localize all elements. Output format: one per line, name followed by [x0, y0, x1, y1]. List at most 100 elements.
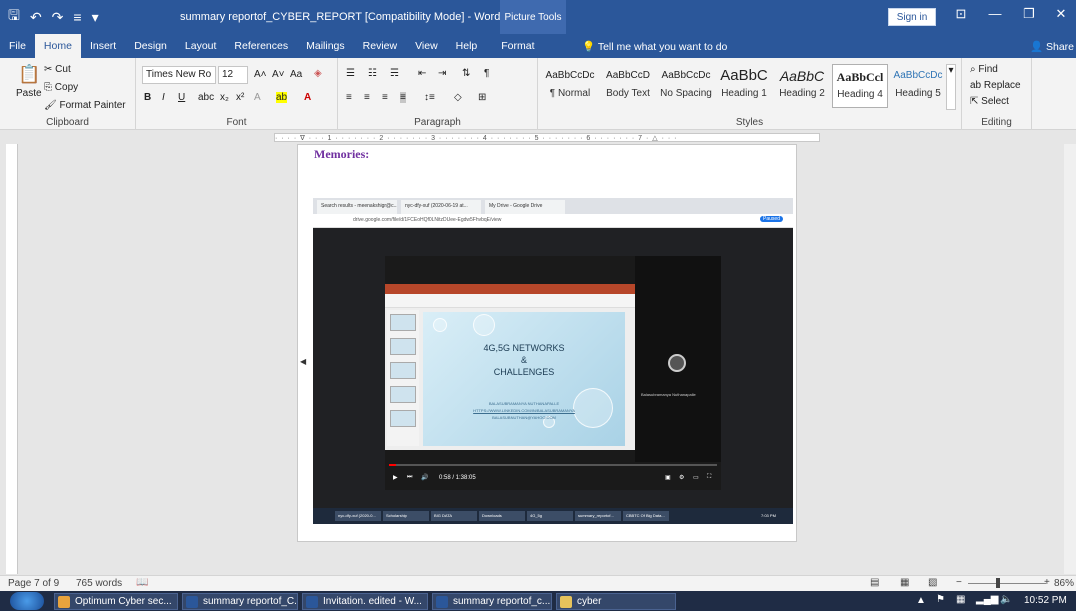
- embedded-screenshot-image[interactable]: Search results - meenakshigr@c... nyc-df…: [313, 198, 793, 524]
- subscript-icon[interactable]: x₂: [220, 92, 229, 103]
- tab-mailings[interactable]: Mailings: [297, 34, 354, 58]
- tab-design[interactable]: Design: [125, 34, 176, 58]
- numbering-icon[interactable]: ☷: [368, 68, 377, 79]
- tab-references[interactable]: References: [225, 34, 297, 58]
- find-button[interactable]: ⌕ Find: [970, 64, 998, 75]
- zoom-level[interactable]: 86%: [1054, 578, 1074, 589]
- tab-view[interactable]: View: [406, 34, 447, 58]
- highlight-icon[interactable]: ab: [276, 92, 288, 103]
- tab-home[interactable]: Home: [34, 34, 81, 58]
- tray-volume-icon[interactable]: 🔈: [1000, 594, 1012, 605]
- bold-icon[interactable]: B: [144, 92, 151, 103]
- vertical-ruler[interactable]: [6, 144, 18, 574]
- style-heading-1[interactable]: AaBbC Heading 1: [716, 64, 772, 108]
- increase-indent-icon[interactable]: ⇥: [438, 68, 446, 79]
- video-progress-fill: [389, 464, 396, 466]
- justify-icon[interactable]: ≡: [400, 92, 406, 103]
- font-color-icon[interactable]: A: [304, 92, 311, 103]
- memories-heading: Memories:: [314, 147, 370, 161]
- italic-icon[interactable]: I: [162, 92, 165, 103]
- close-button[interactable]: ✕: [1046, 6, 1076, 22]
- style-no-spacing[interactable]: AaBbCcDc No Spacing: [658, 64, 714, 108]
- align-right-icon[interactable]: ≡: [382, 92, 388, 103]
- zoom-in-icon[interactable]: +: [1044, 577, 1050, 588]
- line-spacing-icon[interactable]: ↕≡: [424, 92, 435, 103]
- clear-formatting-icon[interactable]: ◈: [314, 68, 322, 79]
- paste-button[interactable]: Paste: [16, 88, 42, 99]
- tray-signal-icon[interactable]: ▂▄▆: [976, 594, 998, 605]
- pilcrow-icon[interactable]: ¶: [484, 68, 489, 79]
- tab-review[interactable]: Review: [354, 34, 406, 58]
- tray-flag-icon[interactable]: ⚑: [936, 594, 945, 605]
- customize-qat-icon[interactable]: ▾: [92, 9, 99, 26]
- replace-button[interactable]: ab Replace: [970, 80, 1021, 91]
- ribbon-display-icon[interactable]: ⊡: [946, 6, 976, 22]
- tab-layout[interactable]: Layout: [176, 34, 226, 58]
- shading-icon[interactable]: ◇: [454, 92, 462, 103]
- align-left-icon[interactable]: ≡: [346, 92, 352, 103]
- scissors-icon: ✂: [44, 64, 56, 75]
- horizontal-ruler[interactable]: · · · · ∇ · · · 1 · · · · · · · 2 · · · …: [0, 131, 1076, 144]
- zoom-slider-thumb[interactable]: [996, 578, 1000, 588]
- select-button[interactable]: ⇱ Select: [970, 96, 1009, 107]
- tab-insert[interactable]: Insert: [81, 34, 125, 58]
- multilevel-list-icon[interactable]: ☴: [390, 68, 399, 79]
- vertical-scrollbar[interactable]: [1064, 144, 1076, 574]
- decrease-indent-icon[interactable]: ⇤: [418, 68, 426, 79]
- format-painter-button[interactable]: 🖌 Format Painter: [44, 100, 126, 111]
- ppt-ribbon: [385, 294, 635, 308]
- tab-format[interactable]: Format: [492, 34, 543, 58]
- start-button[interactable]: [10, 592, 44, 610]
- print-layout-icon[interactable]: ▦: [900, 577, 909, 588]
- video-player: 4G,5G NETWORKS & CHALLENGES BALASUBRAMAN…: [385, 256, 721, 490]
- word-count[interactable]: 765 words: [76, 578, 122, 589]
- text-effects-icon[interactable]: A: [254, 92, 261, 103]
- restore-button[interactable]: ❐: [1014, 6, 1044, 22]
- underline-icon[interactable]: U: [178, 92, 185, 103]
- paste-icon[interactable]: 📋: [18, 64, 40, 85]
- grow-font-icon[interactable]: A˄: [254, 69, 267, 80]
- share-button[interactable]: 👤 Share: [1030, 40, 1074, 53]
- minimize-button[interactable]: —: [980, 6, 1010, 21]
- style-body-text[interactable]: AaBbCcD Body Text: [600, 64, 656, 108]
- copy-button[interactable]: ⎘ Copy: [44, 82, 78, 93]
- web-layout-icon[interactable]: ▧: [928, 577, 937, 588]
- style-heading-2[interactable]: AaBbC Heading 2: [774, 64, 830, 108]
- strikethrough-icon[interactable]: abc: [198, 92, 214, 103]
- change-case-icon[interactable]: Aa: [290, 69, 302, 80]
- taskbar-item-folder[interactable]: cyber: [556, 593, 676, 610]
- tray-chevron-icon[interactable]: ▲: [916, 595, 926, 606]
- style-heading-5[interactable]: AaBbCcDc Heading 5: [890, 64, 946, 108]
- zoom-out-icon[interactable]: −: [956, 577, 962, 588]
- redo-icon[interactable]: ↷: [52, 9, 64, 26]
- styles-gallery-scroll[interactable]: ▾: [946, 64, 956, 110]
- undo-icon[interactable]: ↶: [30, 9, 42, 26]
- tray-network-icon[interactable]: ▦: [956, 594, 965, 605]
- touch-mode-icon[interactable]: ≡: [73, 9, 81, 25]
- borders-icon[interactable]: ⊞: [478, 92, 486, 103]
- font-size-select[interactable]: 12: [218, 66, 248, 84]
- tab-file[interactable]: File: [0, 34, 35, 58]
- read-mode-icon[interactable]: ▤: [870, 577, 879, 588]
- tell-me-search[interactable]: 💡 Tell me what you want to do: [582, 40, 727, 53]
- superscript-icon[interactable]: x²: [236, 92, 244, 103]
- taskbar-clock[interactable]: 10:52 PM: [1024, 595, 1067, 606]
- cut-button[interactable]: ✂ Cut: [44, 64, 71, 75]
- bullets-icon[interactable]: ☰: [346, 68, 355, 79]
- sort-icon[interactable]: ⇅: [462, 68, 470, 79]
- tab-help[interactable]: Help: [447, 34, 487, 58]
- sign-in-button[interactable]: Sign in: [888, 8, 936, 26]
- taskbar-item-word-3[interactable]: summary reportof_c...: [432, 593, 552, 610]
- save-icon[interactable]: 🖫: [8, 5, 20, 29]
- font-name-select[interactable]: Times New Ro: [142, 66, 216, 84]
- taskbar-item-word-2[interactable]: Invitation. edited - W...: [302, 593, 428, 610]
- style-normal[interactable]: AaBbCcDc ¶ Normal: [542, 64, 598, 108]
- shrink-font-icon[interactable]: A˅: [272, 69, 285, 80]
- style-heading-4[interactable]: AaBbCcl Heading 4: [832, 64, 888, 108]
- zoom-slider[interactable]: [968, 583, 1046, 584]
- taskbar-item-chrome[interactable]: Optimum Cyber sec...: [54, 593, 178, 610]
- taskbar-item-word-1[interactable]: summary reportof_C...: [182, 593, 298, 610]
- page-count[interactable]: Page 7 of 9: [8, 578, 59, 589]
- proofing-icon[interactable]: 📖: [136, 577, 148, 588]
- align-center-icon[interactable]: ≡: [364, 92, 370, 103]
